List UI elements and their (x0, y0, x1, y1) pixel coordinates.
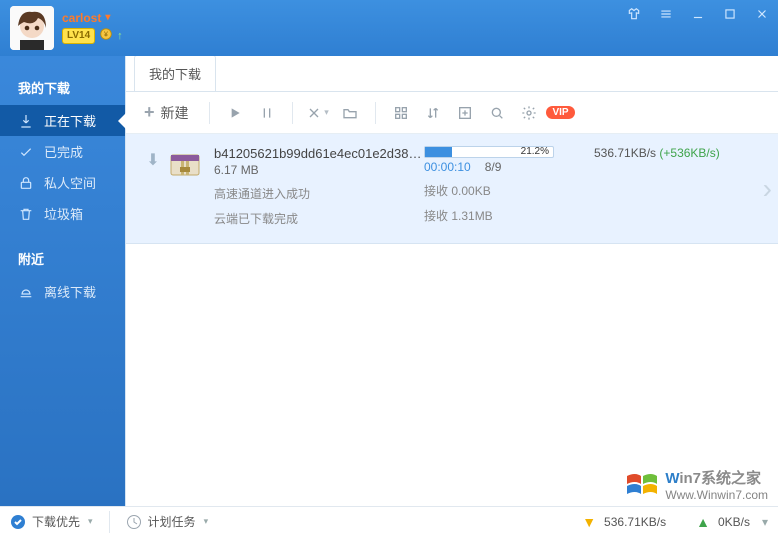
minimize-icon[interactable] (688, 4, 708, 24)
arrow-up-icon: ↑ (117, 30, 123, 42)
delete-button[interactable]: ▾ (303, 98, 333, 128)
speed: 536.71KB/s (594, 146, 656, 160)
file-name: b41205621b99dd61e4ec01e2d3857... (214, 146, 424, 161)
new-button[interactable]: + 新建 (140, 98, 199, 127)
progress-percent: 21.2% (521, 146, 549, 157)
pause-button[interactable] (252, 98, 282, 128)
svg-text:¥: ¥ (104, 31, 108, 38)
sort-button[interactable] (418, 98, 448, 128)
chevron-right-icon[interactable]: › (763, 173, 772, 205)
receive-info: 接收 0.00KB (424, 182, 594, 199)
sidebar-group-title: 我的下载 (0, 74, 125, 105)
import-button[interactable] (450, 98, 480, 128)
sidebar-item-label: 垃圾箱 (44, 204, 83, 223)
vip-button[interactable]: VIP (546, 98, 576, 128)
upload-arrow-icon: ▲ (696, 514, 710, 530)
sidebar-item-trash[interactable]: 垃圾箱 (0, 198, 125, 229)
toolbar: + 新建 ▾ VIP (126, 92, 778, 134)
settings-button[interactable] (514, 98, 544, 128)
progress-bar: 21.2% (424, 146, 554, 158)
coin-icon: ¥ (99, 27, 113, 46)
level-badge: LV14 (62, 28, 95, 44)
avatar[interactable] (10, 6, 54, 50)
schedule-button[interactable]: 计划任务▾ (126, 513, 209, 530)
status-up-speed: 0KB/s (718, 515, 750, 529)
download-arrow-icon: ▼ (582, 514, 596, 530)
sidebar-group-title: 附近 (0, 245, 125, 276)
speed-bonus: (+536KB/s) (659, 146, 719, 160)
status-message: 云端已下载完成 (214, 210, 424, 227)
sidebar-item-offline[interactable]: 离线下载 (0, 276, 125, 307)
status-down-speed: 536.71KB/s (604, 515, 666, 529)
search-button[interactable] (482, 98, 512, 128)
open-folder-button[interactable] (335, 98, 365, 128)
receive-info: 接收 1.31MB (424, 207, 594, 224)
username[interactable]: carlost▾ (62, 11, 123, 25)
menu-icon[interactable] (656, 4, 676, 24)
status-message: 高速通道进入成功 (214, 185, 424, 202)
view-grid-button[interactable] (386, 98, 416, 128)
filetype-icon (166, 146, 204, 184)
sidebar-item-label: 离线下载 (44, 282, 96, 301)
tab-downloads[interactable]: 我的下载 (134, 55, 216, 91)
caret-down-icon: ▾ (105, 12, 110, 23)
sidebar-item-completed[interactable]: 已完成 (0, 136, 125, 167)
sidebar-item-private[interactable]: 私人空间 (0, 167, 125, 198)
skin-icon[interactable] (624, 4, 644, 24)
priority-button[interactable]: 下载优先▾ (10, 513, 93, 530)
file-size: 6.17 MB (214, 163, 424, 177)
sidebar: 我的下载 正在下载 已完成 私人空间 垃圾箱 附近 离线下载 (0, 56, 125, 506)
sidebar-item-downloading[interactable]: 正在下载 (0, 105, 125, 136)
sidebar-item-label: 私人空间 (44, 173, 96, 192)
sidebar-item-label: 正在下载 (44, 111, 96, 130)
elapsed-time: 00:00:10 (424, 160, 471, 174)
close-icon[interactable] (752, 4, 772, 24)
maximize-icon[interactable] (720, 4, 740, 24)
play-button[interactable] (220, 98, 250, 128)
download-row[interactable]: ⬇ b41205621b99dd61e4ec01e2d3857... 6.17 … (126, 134, 778, 244)
status-bar: 下载优先▾ 计划任务▾ ▼ 536.71KB/s ▲ 0KB/s ▾ (0, 506, 778, 536)
plus-icon: + (144, 102, 155, 123)
parts-count: 8/9 (485, 160, 502, 174)
sidebar-item-label: 已完成 (44, 142, 83, 161)
drag-handle-icon[interactable]: ⬇ (140, 146, 166, 227)
